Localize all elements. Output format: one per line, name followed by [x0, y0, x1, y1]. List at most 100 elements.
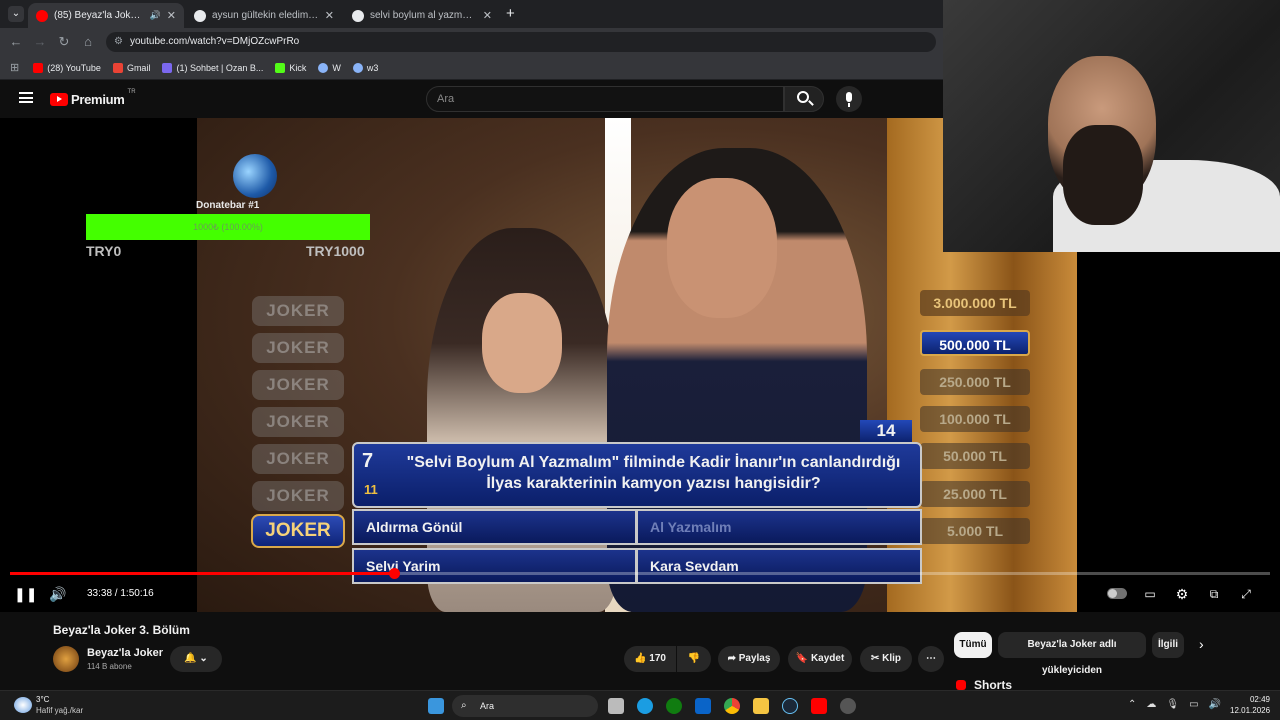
joker-lifeline: JOKER: [252, 333, 344, 363]
prize-level: 50.000 TL: [920, 443, 1030, 469]
volume-icon[interactable]: 🔊: [49, 585, 67, 603]
clip-button[interactable]: ✂ Klip: [860, 646, 912, 672]
chip-all[interactable]: Tümü: [954, 632, 992, 658]
youtube-app-icon[interactable]: [811, 698, 827, 714]
joker-lifeline: JOKER: [252, 407, 344, 437]
pause-icon[interactable]: ❚❚: [14, 585, 37, 603]
file-explorer-icon[interactable]: [753, 698, 769, 714]
hamburger-menu-icon[interactable]: [19, 92, 33, 103]
search-button[interactable]: [784, 86, 824, 112]
youtube-logo[interactable]: Premium TR: [50, 89, 136, 107]
bookmark-icon: 🔖: [795, 653, 809, 664]
question-total: 11: [364, 482, 378, 497]
microphone-icon[interactable]: [836, 86, 862, 112]
chevron-right-icon[interactable]: ›: [1199, 636, 1204, 652]
chip-related[interactable]: İlgili: [1152, 632, 1184, 658]
windows-start-icon[interactable]: [428, 698, 444, 714]
joker-lifeline: JOKER: [252, 444, 344, 474]
reload-icon[interactable]: ↻: [56, 34, 72, 50]
close-icon[interactable]: ✕: [167, 9, 176, 22]
time-display: 33:38 / 1:50:16: [87, 588, 154, 599]
forward-icon[interactable]: →: [32, 34, 48, 50]
autoplay-toggle[interactable]: [1107, 588, 1127, 599]
home-icon[interactable]: ⌂: [80, 34, 96, 50]
share-button[interactable]: ➦ Paylaş: [718, 646, 780, 672]
taskbar-search[interactable]: ⌕ Ara: [452, 695, 598, 717]
prize-level: 3.000.000 TL: [920, 290, 1030, 316]
answer-d: Kara Sevdam: [636, 548, 922, 584]
like-button[interactable]: 👍 170: [624, 646, 676, 672]
bookmark-youtube[interactable]: (28) YouTube: [33, 62, 101, 73]
youtube-icon: [36, 9, 48, 22]
fullscreen-icon[interactable]: ⤢: [1237, 585, 1255, 603]
channel-avatar[interactable]: [53, 646, 79, 672]
apps-grid-icon[interactable]: ⊞: [10, 61, 19, 74]
edge-icon[interactable]: [637, 698, 653, 714]
back-icon[interactable]: ←: [8, 34, 24, 50]
save-button[interactable]: 🔖 Kaydet: [788, 646, 852, 672]
task-view-icon[interactable]: [608, 698, 624, 714]
video-details: Beyaz'la Joker 3. Bölüm Beyaz'la Joker 1…: [0, 612, 1280, 692]
channel-name[interactable]: Beyaz'la Joker: [87, 647, 163, 659]
url-input[interactable]: ⚙ youtube.com/watch?v=DMjOZcwPrRo: [106, 32, 936, 52]
xbox-icon[interactable]: [666, 698, 682, 714]
bookmarks-bar: ⊞ (28) YouTube Gmail (1) Sohbet | Ozan B…: [0, 56, 943, 80]
google-icon: [194, 9, 206, 22]
tab-google-2[interactable]: selvi boylum al yazmalım kamyon yazısı ✕: [344, 3, 500, 28]
subtitles-icon[interactable]: ▭: [1141, 585, 1159, 603]
streamer-beard: [1063, 125, 1143, 225]
progress-scrubber[interactable]: [389, 568, 400, 579]
close-icon[interactable]: ✕: [325, 9, 334, 22]
new-tab-button[interactable]: +: [506, 5, 515, 22]
bookmark-chat[interactable]: (1) Sohbet | Ozan B...: [162, 62, 263, 73]
app-icon[interactable]: [840, 698, 856, 714]
search-icon: ⌕: [461, 700, 467, 711]
chrome-icon[interactable]: [724, 698, 740, 714]
youtube-play-icon: [50, 93, 68, 106]
dislike-button[interactable]: 👎: [677, 646, 711, 672]
tab-list-dropdown-icon[interactable]: ⌄: [8, 6, 24, 22]
bookmark-w[interactable]: W: [318, 62, 341, 73]
tab-title: (85) Beyaz'la Joker 3. Bölüm: [54, 10, 144, 21]
weather-description: Hafif yağ./kar: [36, 706, 84, 715]
more-actions-button[interactable]: ⋯: [918, 646, 944, 672]
chip-uploader[interactable]: Beyaz'la Joker adlı yükleyiciden: [998, 632, 1146, 676]
donate-bar-text: 1000₺ (100.00%): [193, 222, 263, 232]
clock-date[interactable]: 12.01.2026: [1230, 706, 1270, 715]
weather-icon[interactable]: [14, 697, 32, 713]
clock-time[interactable]: 02:49: [1246, 695, 1270, 704]
url-text: youtube.com/watch?v=DMjOZcwPrRo: [130, 36, 300, 47]
premium-label: Premium: [71, 92, 125, 107]
system-tray[interactable]: ⌃☁🎙▭🔊: [1128, 699, 1231, 710]
region-label: TR: [127, 89, 136, 95]
bookmark-w3[interactable]: w3: [352, 62, 378, 73]
prize-level: 5.000 TL: [920, 518, 1030, 544]
prize-level-current: 500.000 TL: [920, 330, 1030, 356]
globe-icon: [318, 62, 329, 73]
prize-level: 250.000 TL: [920, 369, 1030, 395]
subscribe-bell-button[interactable]: 🔔 ⌄: [170, 646, 222, 672]
donate-bar: 1000₺ (100.00%): [86, 214, 370, 240]
tab-google-1[interactable]: aysun gültekin eledim şarkı sözleri ✕: [186, 3, 342, 28]
address-bar-row: ← → ↻ ⌂ ⚙ youtube.com/watch?v=DMjOZcwPrR…: [0, 28, 943, 56]
gmail-icon: [112, 62, 123, 73]
search-input[interactable]: Ara: [426, 86, 784, 112]
windows-taskbar: 3°C Hafif yağ./kar ⌕ Ara ⌃☁🎙▭🔊 02:49 12.…: [0, 690, 1280, 720]
weather-temp[interactable]: 3°C: [36, 695, 49, 704]
miniplayer-icon[interactable]: ⧉: [1205, 585, 1223, 603]
speaker-icon[interactable]: 🔊: [150, 10, 161, 21]
mail-icon[interactable]: [695, 698, 711, 714]
youtube-header: Premium TR Ara: [0, 80, 943, 118]
settings-icon[interactable]: ⚙: [1173, 585, 1191, 603]
question-text: "Selvi Boylum Al Yazmalım" filminde Kadi…: [406, 454, 901, 492]
site-info-icon[interactable]: ⚙: [114, 32, 123, 52]
bookmark-label: W: [332, 62, 341, 73]
streamer-webcam: [943, 0, 1280, 252]
joker-active: JOKER: [251, 514, 345, 548]
bookmark-gmail[interactable]: Gmail: [112, 62, 151, 73]
bookmark-kick[interactable]: Kick: [275, 62, 306, 73]
bookmark-label: Gmail: [126, 62, 151, 73]
tab-youtube[interactable]: (85) Beyaz'la Joker 3. Bölüm 🔊 ✕: [28, 3, 184, 28]
close-icon[interactable]: ✕: [483, 9, 492, 22]
steam-icon[interactable]: [782, 698, 798, 714]
